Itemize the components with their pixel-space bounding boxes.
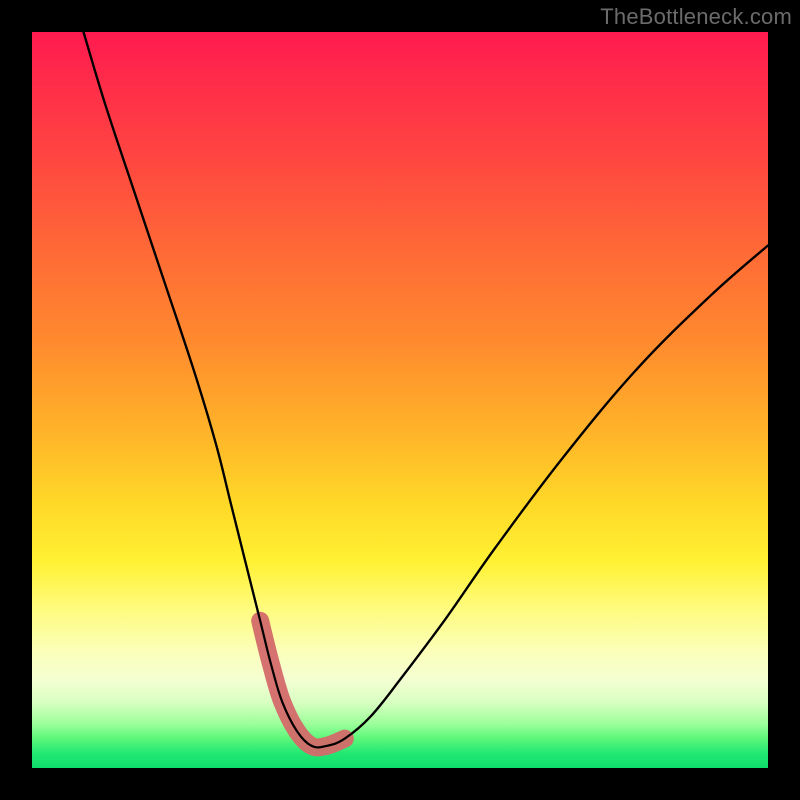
chart-svg xyxy=(32,32,768,768)
bottleneck-curve-overlay xyxy=(84,32,769,747)
bottleneck-curve-path xyxy=(84,32,769,747)
highlight-band-path xyxy=(260,621,345,748)
outer-frame: TheBottleneck.com xyxy=(0,0,800,800)
plot-area xyxy=(32,32,768,768)
watermark-text: TheBottleneck.com xyxy=(600,4,792,30)
